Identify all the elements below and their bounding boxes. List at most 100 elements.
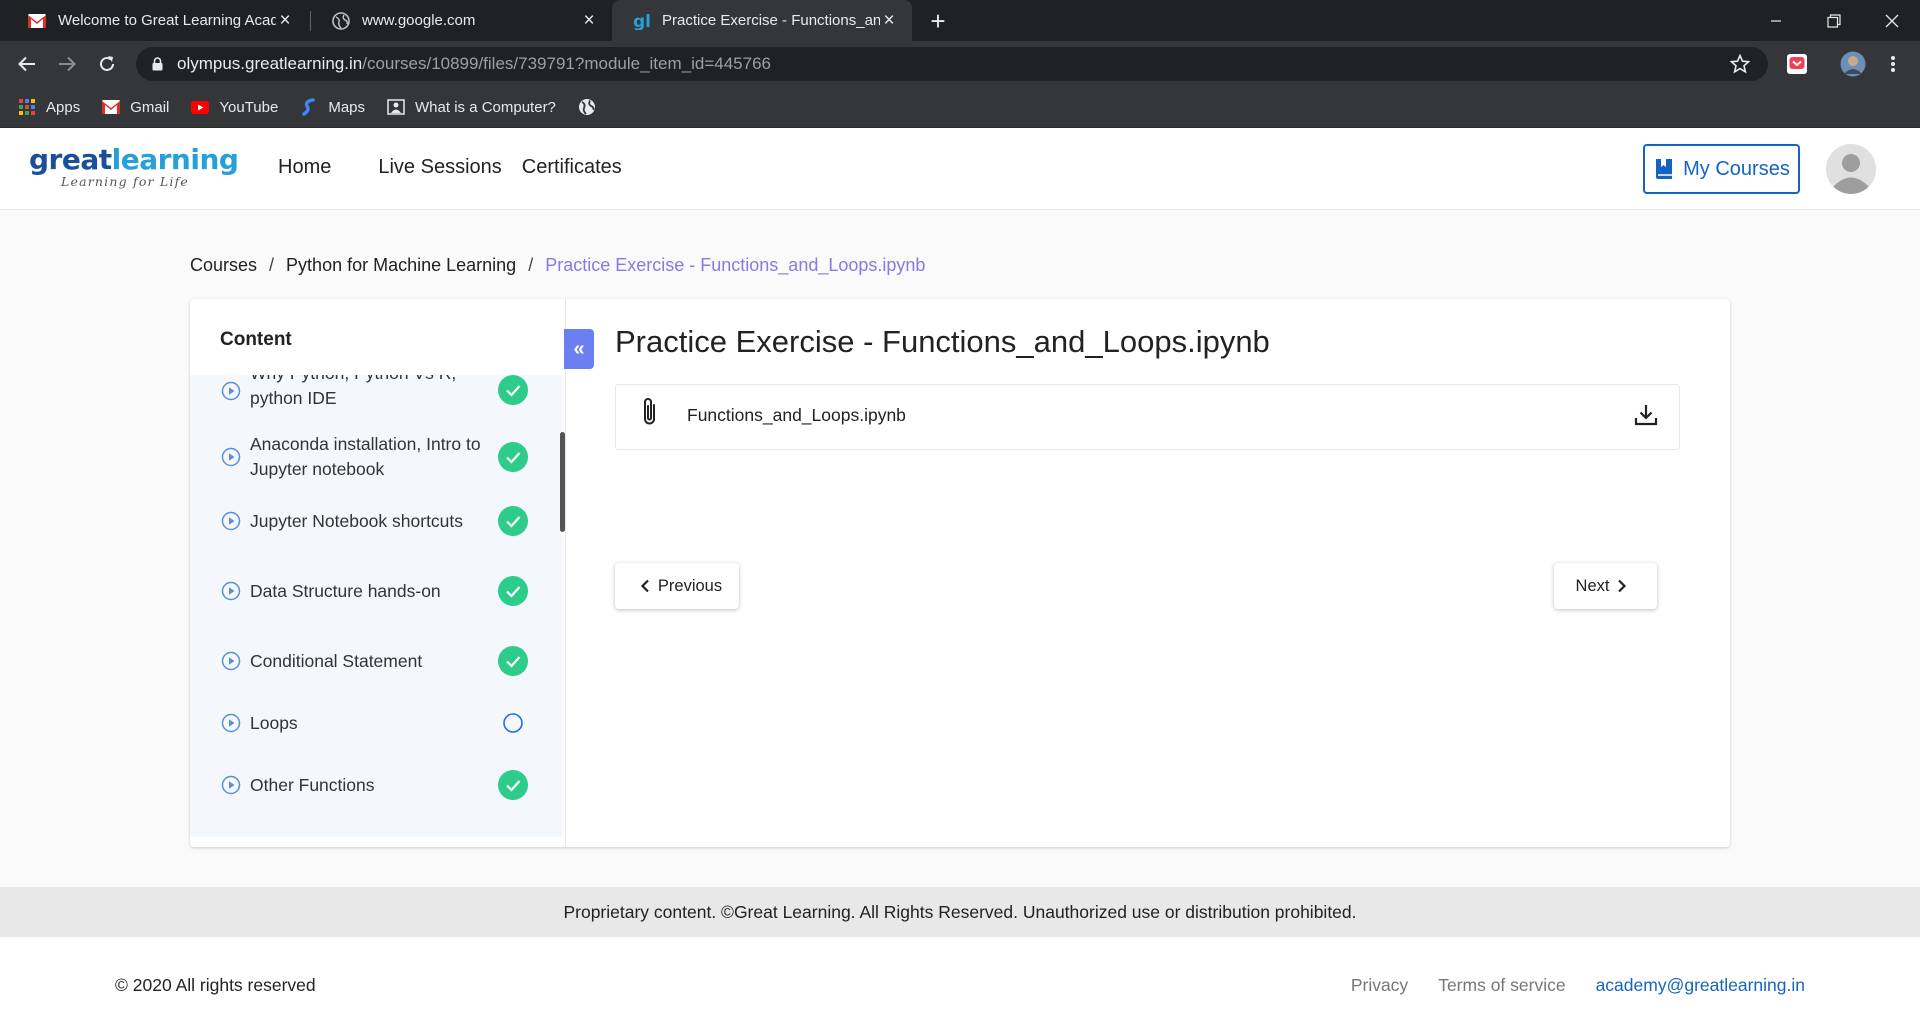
module-label: Jupyter Notebook shortcuts — [250, 511, 464, 531]
lock-icon — [152, 57, 163, 71]
footer-links: Privacy Terms of service academy@greatle… — [1321, 975, 1805, 996]
contact-email-link[interactable]: academy@greatlearning.in — [1596, 975, 1805, 996]
tab-divider — [310, 11, 311, 31]
breadcrumb-courses[interactable]: Courses — [190, 255, 257, 276]
sidebar-title: Content — [220, 329, 292, 350]
module-label: Loops — [250, 713, 298, 733]
play-circle-icon — [221, 713, 241, 733]
bookmarks-bar: Apps Gmail YouTube Maps What is a Comput… — [0, 87, 1920, 128]
play-circle-icon — [221, 511, 241, 531]
download-icon[interactable] — [1633, 402, 1659, 433]
minimize-button[interactable] — [1746, 0, 1806, 41]
next-label: Next — [1575, 576, 1610, 595]
chevron-right-icon — [1617, 576, 1627, 596]
module-item[interactable]: Jupyter Notebook shortcuts — [190, 499, 563, 543]
bookmark-gmail[interactable]: Gmail — [102, 98, 169, 116]
youtube-icon — [191, 98, 210, 116]
copyright: © 2020 All rights reserved — [115, 975, 316, 995]
close-icon[interactable]: × — [276, 10, 294, 31]
privacy-link[interactable]: Privacy — [1351, 975, 1408, 996]
bookmark-maps[interactable]: Maps — [300, 98, 365, 116]
module-item[interactable]: Loops — [190, 701, 563, 745]
browser-tabstrip: Welcome to Great Learning Acad × www.goo… — [0, 0, 1920, 41]
breadcrumb: Courses / Python for Machine Learning / … — [190, 255, 925, 276]
bookmark-label: What is a Computer? — [415, 98, 556, 116]
gmail-icon — [102, 98, 121, 116]
pocket-extension-icon[interactable] — [1784, 51, 1810, 77]
check-circle-icon — [498, 576, 528, 606]
play-circle-icon — [221, 447, 241, 467]
check-circle-icon — [498, 770, 528, 800]
browser-tab-google[interactable]: www.google.com × — [312, 0, 612, 41]
address-bar[interactable]: olympus.greatlearning.in/courses/10899/f… — [136, 47, 1768, 81]
collapse-sidebar-button[interactable]: « — [564, 329, 594, 369]
profile-avatar-icon[interactable] — [1840, 51, 1866, 77]
bookmark-label: Maps — [328, 98, 366, 116]
previous-button[interactable]: Previous — [615, 563, 739, 609]
bookmark-youtube[interactable]: YouTube — [191, 98, 278, 116]
restore-button[interactable] — [1804, 0, 1864, 41]
bookmark-label: Gmail — [130, 98, 170, 116]
play-circle-icon — [221, 775, 241, 795]
user-avatar[interactable] — [1826, 144, 1876, 194]
tab-title: www.google.com — [362, 12, 476, 29]
url-path: /courses/10899/files/739791?module_item_… — [362, 54, 771, 73]
browser-tab-active[interactable]: gl Practice Exercise - Functions_and × — [612, 0, 912, 41]
module-label: Other Functions — [250, 775, 375, 795]
bookmark-apps[interactable]: Apps — [18, 98, 80, 116]
logo-learning: learning — [111, 143, 239, 176]
play-circle-icon — [221, 381, 241, 401]
module-item[interactable]: Why Python, Python Vs R, python IDE — [190, 375, 563, 421]
my-courses-button[interactable]: My Courses — [1643, 144, 1800, 194]
forward-arrow-icon[interactable] — [53, 50, 81, 78]
next-button[interactable]: Next — [1554, 563, 1657, 609]
greatlearning-logo[interactable]: greatlearning Learning for Life — [29, 143, 239, 190]
close-icon[interactable]: × — [880, 10, 898, 31]
browser-tab-gmail[interactable]: Welcome to Great Learning Acad × — [8, 0, 308, 41]
check-circle-icon — [498, 375, 528, 405]
tab-title: Welcome to Great Learning Acad — [58, 12, 276, 29]
star-icon[interactable] — [1729, 53, 1751, 79]
empty-circle-icon — [503, 713, 523, 733]
back-arrow-icon[interactable] — [13, 50, 41, 78]
globe-icon — [578, 98, 596, 116]
check-circle-icon — [498, 442, 528, 472]
close-window-button[interactable] — [1862, 0, 1920, 41]
sidebar-scrollbar[interactable] — [560, 432, 565, 532]
page-icon — [387, 98, 405, 116]
site-header: greatlearning Learning for Life Home Liv… — [0, 128, 1920, 210]
nav-home[interactable]: Home — [278, 156, 331, 179]
apps-grid-icon — [18, 98, 36, 116]
module-item[interactable]: Other Functions — [190, 763, 563, 807]
greatlearning-icon: gl — [632, 12, 650, 30]
bookmark-globe[interactable] — [578, 98, 606, 116]
browser-toolbar: olympus.greatlearning.in/courses/10899/f… — [0, 41, 1920, 87]
reload-icon[interactable] — [93, 50, 121, 78]
new-tab-button[interactable]: + — [924, 6, 952, 36]
module-item[interactable]: Conditional Statement — [190, 639, 563, 683]
close-icon[interactable]: × — [580, 10, 598, 31]
file-name[interactable]: Functions_and_Loops.ipynb — [687, 405, 906, 426]
check-circle-icon — [498, 506, 528, 536]
nav-live-sessions[interactable]: Live Sessions — [378, 156, 501, 179]
module-label: Conditional Statement — [250, 651, 423, 671]
nav-certificates[interactable]: Certificates — [522, 156, 622, 179]
content-sidebar: Content Why Python, Python Vs R, python … — [190, 299, 566, 847]
globe-icon — [332, 11, 350, 30]
module-label: Anaconda installation, Intro to Jupyter … — [250, 434, 481, 479]
tab-title: Practice Exercise - Functions_and — [662, 12, 880, 29]
play-circle-icon — [221, 651, 241, 671]
module-item[interactable]: Data Structure hands-on — [190, 569, 563, 613]
bookmark-label: Apps — [46, 98, 81, 116]
breadcrumb-current: Practice Exercise - Functions_and_Loops.… — [545, 255, 926, 275]
svg-text:gl: gl — [633, 12, 650, 30]
bookmark-what-is-a-computer[interactable]: What is a Computer? — [387, 98, 556, 116]
previous-label: Previous — [657, 576, 723, 595]
module-item[interactable]: Anaconda installation, Intro to Jupyter … — [190, 425, 563, 489]
breadcrumb-course[interactable]: Python for Machine Learning — [286, 255, 516, 276]
kebab-menu-icon[interactable] — [1880, 51, 1906, 77]
terms-link[interactable]: Terms of service — [1438, 975, 1565, 996]
bookmark-label: YouTube — [219, 98, 279, 116]
module-label: Data Structure hands-on — [250, 581, 441, 601]
logo-great: great — [29, 143, 112, 176]
